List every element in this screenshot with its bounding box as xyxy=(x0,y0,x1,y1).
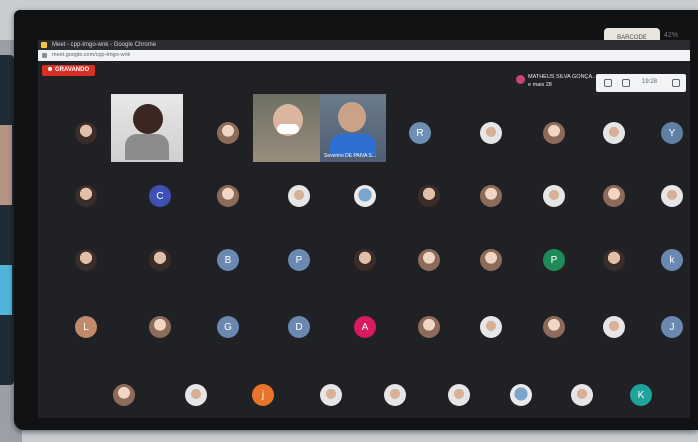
chat-icon[interactable] xyxy=(622,79,630,87)
tile-name: Severino DE PAIVA S... xyxy=(324,153,377,159)
participant-avatar[interactable] xyxy=(448,384,470,406)
participant-avatar[interactable] xyxy=(603,122,625,144)
adjacent-monitor-video xyxy=(0,125,12,205)
participant-avatar[interactable] xyxy=(320,384,342,406)
participant-avatar[interactable] xyxy=(75,185,97,207)
participant-avatar[interactable]: A xyxy=(354,316,376,338)
participant-avatar[interactable] xyxy=(217,185,239,207)
adjacent-monitor xyxy=(0,55,14,385)
participant-avatar[interactable] xyxy=(75,249,97,271)
participant-avatar[interactable] xyxy=(354,249,376,271)
participant-avatar[interactable] xyxy=(603,316,625,338)
top-controls: 19:28 xyxy=(596,74,686,92)
participant-avatar[interactable] xyxy=(217,122,239,144)
participant-avatar[interactable] xyxy=(354,185,376,207)
mask-icon xyxy=(277,124,299,134)
participant-avatar[interactable] xyxy=(661,185,683,207)
presenter-more: e mais 28 xyxy=(528,82,552,88)
video-tile[interactable]: Severino DE PAIVA S... xyxy=(320,94,386,162)
participant-avatar[interactable] xyxy=(603,185,625,207)
lock-icon xyxy=(42,53,47,58)
participant-avatar[interactable] xyxy=(480,185,502,207)
participant-avatar[interactable] xyxy=(543,185,565,207)
meet-favicon-icon xyxy=(41,42,47,48)
participant-shoulders xyxy=(125,134,169,160)
url-text: meet.google.com/cpp-tmgo-wnk xyxy=(52,52,131,58)
meet-screen: Meet - cpp-tmgo-wnk - Google Chrome meet… xyxy=(38,40,690,418)
participant-avatar[interactable] xyxy=(288,185,310,207)
participant-avatar[interactable]: G xyxy=(217,316,239,338)
recording-badge: GRAVANDO xyxy=(42,65,96,76)
participant-avatar[interactable] xyxy=(149,249,171,271)
participant-avatar[interactable] xyxy=(149,316,171,338)
record-dot-icon xyxy=(48,67,52,72)
participant-avatar[interactable] xyxy=(480,249,502,271)
video-tile[interactable] xyxy=(111,94,183,162)
participant-avatar[interactable] xyxy=(384,384,406,406)
participant-avatar[interactable] xyxy=(75,122,97,144)
participant-avatar[interactable] xyxy=(418,316,440,338)
participant-avatar[interactable]: P xyxy=(288,249,310,271)
participant-avatar[interactable]: D xyxy=(288,316,310,338)
participant-avatar[interactable]: B xyxy=(217,249,239,271)
participant-avatar[interactable] xyxy=(480,122,502,144)
url-bar[interactable]: meet.google.com/cpp-tmgo-wnk xyxy=(38,50,690,61)
participant-avatar[interactable]: j xyxy=(252,384,274,406)
participant-avatar[interactable]: P xyxy=(543,249,565,271)
browser-title-bar: Meet - cpp-tmgo-wnk - Google Chrome xyxy=(38,40,690,50)
participant-avatar[interactable] xyxy=(603,249,625,271)
adjacent-monitor-tile xyxy=(0,265,12,315)
participant-avatar[interactable]: L xyxy=(75,316,97,338)
participant-avatar[interactable]: J xyxy=(661,316,683,338)
presenter-badge[interactable]: MATHEUS SILVA GONÇA... e mais 28 xyxy=(516,73,597,93)
participant-avatar[interactable] xyxy=(185,384,207,406)
participant-avatar[interactable] xyxy=(418,185,440,207)
monitor-corner-label: 42% xyxy=(664,32,679,39)
presenter-avatar xyxy=(516,75,525,84)
people-icon[interactable] xyxy=(604,79,612,87)
participant-avatar[interactable]: K xyxy=(630,384,652,406)
participant-avatar[interactable] xyxy=(543,122,565,144)
meeting-time: 19:28 xyxy=(642,79,658,85)
participant-avatar[interactable] xyxy=(418,249,440,271)
participant-avatar[interactable] xyxy=(543,316,565,338)
participant-avatar[interactable]: Y xyxy=(661,122,683,144)
participant-video xyxy=(133,104,163,134)
participant-video xyxy=(338,102,366,132)
recording-label: GRAVANDO xyxy=(55,67,90,73)
participant-avatar[interactable] xyxy=(571,384,593,406)
participant-avatar[interactable] xyxy=(113,384,135,406)
more-options-icon[interactable] xyxy=(672,79,680,87)
video-tile[interactable] xyxy=(253,94,325,162)
participant-avatar[interactable]: k xyxy=(661,249,683,271)
participant-avatar[interactable]: C xyxy=(149,185,171,207)
presenter-name: MATHEUS SILVA GONÇA... xyxy=(528,74,597,80)
participant-avatar[interactable] xyxy=(480,316,502,338)
browser-title: Meet - cpp-tmgo-wnk - Google Chrome xyxy=(52,42,157,48)
participant-avatar[interactable] xyxy=(510,384,532,406)
participant-avatar[interactable]: R xyxy=(409,122,431,144)
